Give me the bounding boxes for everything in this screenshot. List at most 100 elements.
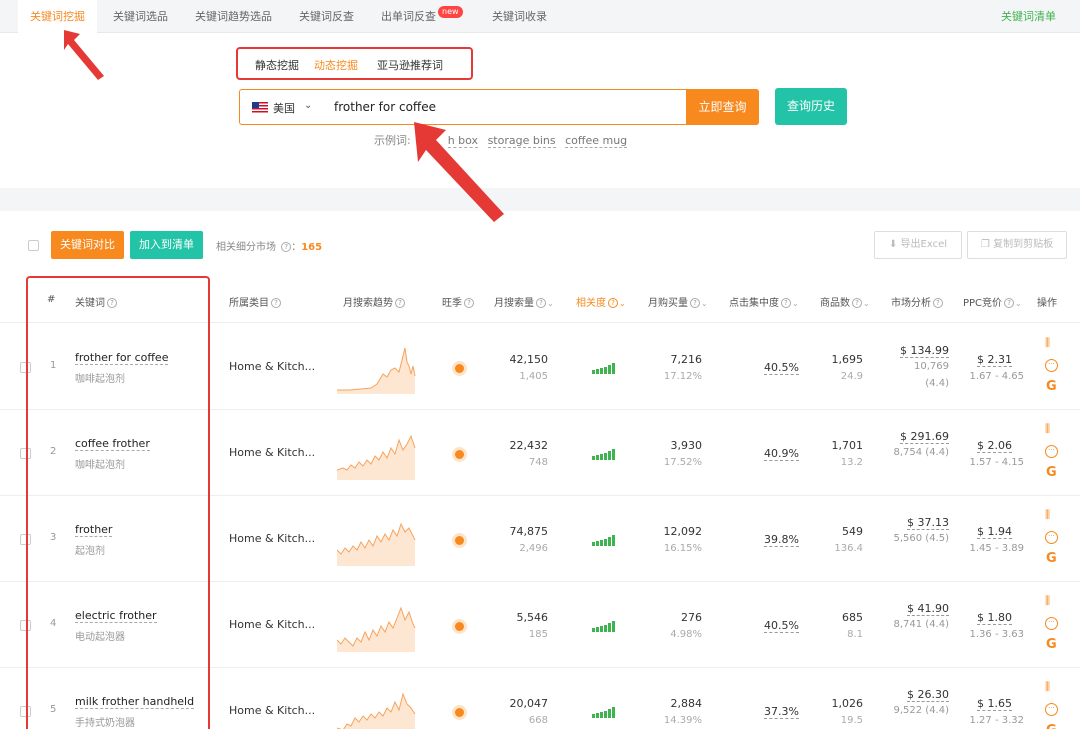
market-price[interactable]: $ 291.69 — [900, 430, 949, 444]
sort-icon[interactable]: ⌄ — [1015, 299, 1022, 308]
tab-keyword-reverse[interactable]: 关键词反查 — [299, 0, 354, 33]
help-icon[interactable]: ? — [781, 298, 791, 308]
ppc-bid[interactable]: $ 1.80 — [977, 611, 1012, 625]
help-icon[interactable]: ? — [271, 298, 281, 308]
google-icon[interactable]: G — [1046, 551, 1057, 566]
help-icon[interactable]: ? — [464, 298, 474, 308]
trend-sparkline[interactable] — [337, 688, 417, 729]
help-icon[interactable]: ? — [536, 298, 546, 308]
market-price[interactable]: $ 26.30 — [907, 688, 949, 702]
click-concentration[interactable]: 39.8% — [764, 533, 799, 547]
relevance-bar — [592, 456, 595, 460]
ppc-bid[interactable]: $ 1.65 — [977, 697, 1012, 711]
chevron-down-icon[interactable]: ⌄ — [304, 100, 312, 111]
market-price[interactable]: $ 41.90 — [907, 602, 949, 616]
click-concentration[interactable]: 37.3% — [764, 705, 799, 719]
subtab-static[interactable]: 静态挖掘 — [255, 57, 299, 73]
col-search-volume[interactable]: 月搜索量? ⌄ — [494, 294, 554, 309]
keyword-compare-button[interactable]: 关键词对比 — [51, 231, 124, 259]
export-excel-button[interactable]: ⬇ 导出Excel — [874, 231, 962, 259]
sort-icon[interactable]: ⌄ — [792, 299, 799, 308]
subtab-dynamic[interactable]: 动态挖掘 — [314, 57, 358, 73]
sort-icon[interactable]: ⌄ — [701, 299, 708, 308]
relevance-bar — [596, 369, 599, 374]
tab-keyword-trend[interactable]: 关键词趋势选品 — [195, 0, 272, 33]
relevance-bar — [612, 449, 615, 460]
trend-sparkline[interactable] — [337, 344, 417, 394]
relevance-bar — [604, 539, 607, 546]
search-history-button[interactable]: 查询历史 — [775, 88, 847, 125]
help-icon[interactable]: ? — [281, 242, 292, 252]
more-icon[interactable]: ··· — [1045, 445, 1058, 458]
ppc-bid[interactable]: $ 2.31 — [977, 353, 1012, 367]
ppc-bid[interactable]: $ 2.06 — [977, 439, 1012, 453]
more-icon[interactable]: ··· — [1045, 531, 1058, 544]
help-icon[interactable]: ? — [1004, 298, 1015, 308]
category-cell[interactable]: Home & Kitch... — [229, 532, 315, 545]
help-icon[interactable]: ? — [852, 298, 862, 308]
bar-chart-icon[interactable]: ⫼ — [1045, 422, 1050, 436]
category-cell[interactable]: Home & Kitch... — [229, 446, 315, 459]
click-concentration[interactable]: 40.9% — [764, 447, 799, 461]
click-concentration[interactable]: 40.5% — [764, 361, 799, 375]
search-input[interactable]: frother for coffee — [334, 100, 436, 114]
relevance-bar — [596, 713, 599, 718]
search-button[interactable]: 立即查询 — [686, 89, 759, 125]
more-icon[interactable]: ··· — [1045, 617, 1058, 630]
trend-sparkline[interactable] — [337, 430, 417, 480]
sort-icon[interactable]: ⌄ — [547, 299, 554, 308]
relevance-bars — [592, 706, 616, 718]
relevance-bar — [612, 707, 615, 718]
google-icon[interactable]: G — [1046, 637, 1057, 652]
season-dot — [455, 622, 464, 631]
tab-keyword-indexing[interactable]: 关键词收录 — [492, 0, 547, 33]
annotation-arrow — [64, 30, 104, 80]
sort-icon[interactable]: ⌄ — [863, 299, 870, 308]
click-concentration[interactable]: 40.5% — [764, 619, 799, 633]
market-price[interactable]: $ 37.13 — [907, 516, 949, 530]
more-icon[interactable]: ··· — [1045, 359, 1058, 372]
more-icon[interactable]: ··· — [1045, 703, 1058, 716]
example-keyword[interactable]: coffee mug — [565, 134, 628, 148]
col-ppc[interactable]: PPC竞价? ⌄ — [963, 294, 1022, 309]
col-purchase[interactable]: 月购买量? ⌄ — [648, 294, 708, 309]
bar-chart-icon[interactable]: ⫼ — [1045, 680, 1050, 694]
market-price[interactable]: $ 134.99 — [900, 344, 949, 358]
season-dot — [455, 708, 464, 717]
category-cell[interactable]: Home & Kitch... — [229, 618, 315, 631]
bar-chart-icon[interactable]: ⫼ — [1045, 508, 1050, 522]
google-icon[interactable]: G — [1046, 379, 1057, 394]
add-to-list-button[interactable]: 加入到清单 — [130, 231, 203, 259]
help-icon[interactable]: ? — [608, 298, 618, 308]
relevance-bar — [596, 541, 599, 546]
purchase-volume: 3,930 — [670, 439, 703, 452]
col-click-concentration[interactable]: 点击集中度? ⌄ — [729, 294, 799, 309]
search-volume-daily: 748 — [528, 457, 548, 468]
category-cell[interactable]: Home & Kitch... — [229, 704, 315, 717]
purchase-rate: 14.39% — [663, 715, 702, 726]
col-relevance[interactable]: 相关度? ⌄ — [576, 294, 626, 309]
category-cell[interactable]: Home & Kitch... — [229, 360, 315, 373]
select-all-checkbox[interactable] — [28, 240, 39, 251]
help-icon[interactable]: ? — [395, 298, 405, 308]
tab-order-keyword-reverse[interactable]: 出单词反查 new — [381, 0, 463, 33]
relevance-bar — [604, 453, 607, 460]
google-icon[interactable]: G — [1046, 465, 1057, 480]
copy-clipboard-button[interactable]: ❐ 复制到剪贴板 — [967, 231, 1067, 259]
help-icon[interactable]: ? — [933, 298, 943, 308]
help-icon[interactable]: ? — [690, 298, 700, 308]
ppc-bid[interactable]: $ 1.94 — [977, 525, 1012, 539]
bar-chart-icon[interactable]: ⫼ — [1045, 594, 1050, 608]
trend-sparkline[interactable] — [337, 602, 417, 652]
google-icon[interactable]: G — [1046, 723, 1057, 729]
country-select[interactable]: 美国 — [273, 100, 295, 116]
product-ratio: 13.2 — [840, 457, 863, 468]
relevance-bars — [592, 620, 616, 632]
subtab-amazon-recommend[interactable]: 亚马逊推荐词 — [377, 57, 443, 73]
sort-icon[interactable]: ⌄ — [619, 299, 626, 308]
trend-sparkline[interactable] — [337, 516, 417, 566]
keyword-list-link[interactable]: 关键词清单 — [1001, 0, 1056, 33]
col-products[interactable]: 商品数? ⌄ — [820, 294, 870, 309]
bar-chart-icon[interactable]: ⫼ — [1045, 336, 1050, 350]
tab-keyword-product[interactable]: 关键词选品 — [113, 0, 168, 33]
